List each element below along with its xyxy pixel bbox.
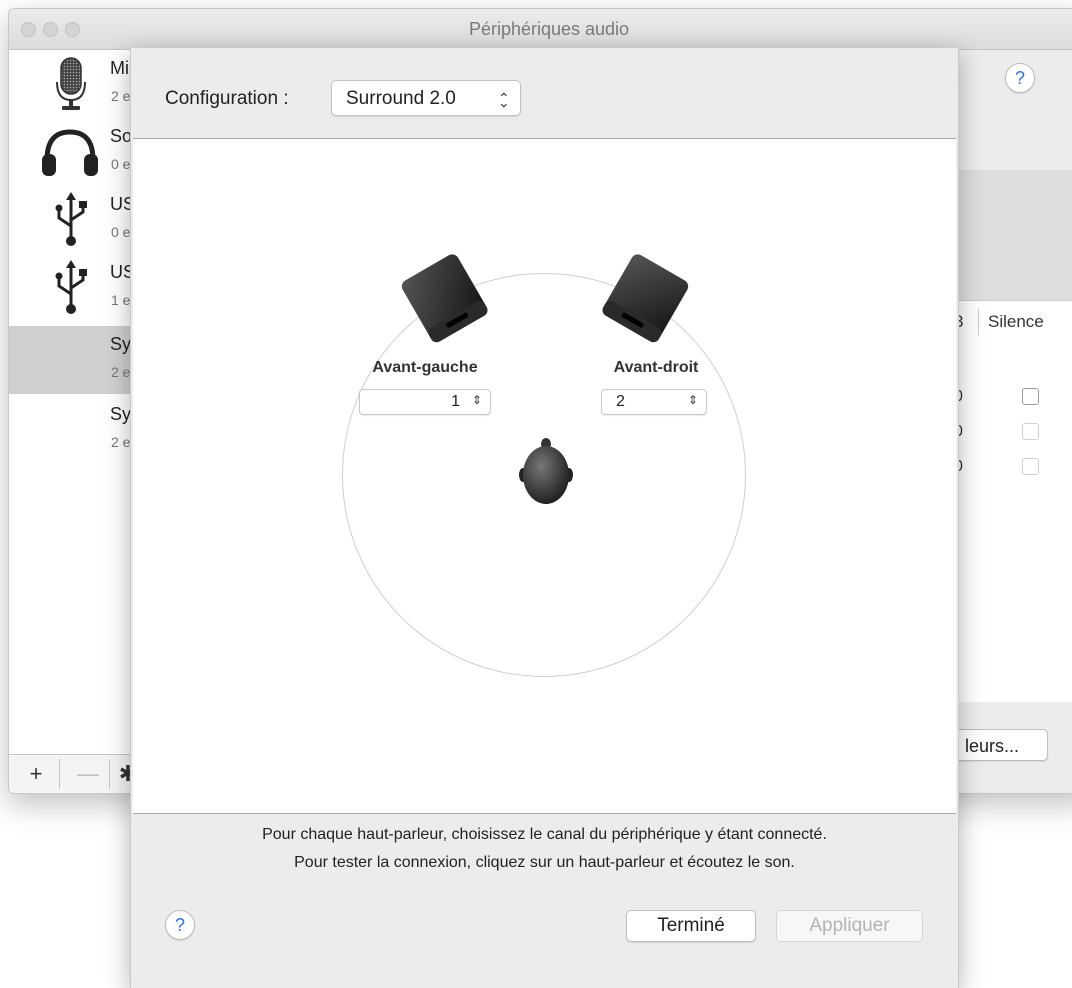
- device-channels: 2 e: [111, 88, 131, 104]
- listener-head-icon: [519, 438, 573, 504]
- configuration-label: Configuration :: [165, 88, 289, 109]
- done-button[interactable]: Terminé: [626, 910, 756, 942]
- device-channels: 0 e: [111, 224, 131, 240]
- device-name: Sy: [110, 404, 132, 424]
- titlebar: Périphériques audio: [9, 9, 1072, 50]
- instructions-line-2: Pour tester la connexion, cliquez sur un…: [294, 854, 795, 871]
- front-right-label: Avant-droit: [613, 359, 699, 376]
- table-row: 0: [940, 419, 1072, 449]
- front-left-channel-select[interactable]: 1 ⇕: [359, 389, 491, 415]
- front-left-speaker[interactable]: [395, 249, 495, 349]
- channel-table-header: 3 Silence: [940, 300, 1072, 344]
- configuration-select[interactable]: Surround 2.0 ⌃ ⌃: [331, 80, 521, 116]
- add-device-button[interactable]: +: [21, 761, 51, 787]
- front-right-speaker[interactable]: [595, 249, 695, 349]
- speaker-configuration-sheet: Configuration : Surround 2.0 ⌃ ⌃ Avant-g…: [130, 48, 959, 988]
- mute-checkbox[interactable]: [1022, 388, 1039, 405]
- toolbar-divider: [109, 759, 110, 789]
- table-row: 0: [940, 454, 1072, 484]
- channel-value: 2: [616, 393, 625, 410]
- device-channels: 0 e: [111, 156, 131, 172]
- help-button[interactable]: ?: [1005, 63, 1035, 93]
- help-button[interactable]: ?: [165, 910, 195, 940]
- device-details-panel: [940, 170, 1072, 302]
- device-name: So: [110, 126, 133, 146]
- device-name: Sy: [110, 334, 132, 354]
- column-divider: [978, 309, 979, 335]
- usb-icon: [55, 260, 87, 314]
- column-header-silence: Silence: [988, 312, 1044, 331]
- device-channels: 2 e: [111, 434, 131, 450]
- front-right-channel-select[interactable]: 2 ⇕: [601, 389, 707, 415]
- toolbar-divider: [59, 759, 60, 789]
- instructions-line-1: Pour chaque haut-parleur, choisissez le …: [262, 826, 827, 843]
- configuration-value: Surround 2.0: [346, 88, 456, 109]
- window-title: Périphériques audio: [468, 19, 630, 39]
- device-channels: 2 e: [111, 364, 131, 380]
- chevron-up-down-icon: ⇕: [687, 393, 698, 407]
- usb-icon: [55, 192, 87, 246]
- table-row: 0: [940, 384, 1072, 414]
- device-name: Mi: [110, 58, 129, 78]
- chevron-up-down-icon: ⇕: [471, 393, 482, 407]
- remove-device-button[interactable]: —: [73, 761, 103, 787]
- mute-checkbox[interactable]: [1022, 423, 1039, 440]
- speaker-layout-area: Avant-gauche 1 ⇕ Avant-droit 2 ⇕: [133, 138, 956, 814]
- chevron-up-down-icon: ⌃ ⌃: [498, 90, 510, 110]
- device-channels: 1 e: [111, 292, 131, 308]
- channel-value: 1: [451, 393, 460, 410]
- headphones-icon: [42, 129, 98, 176]
- front-left-label: Avant-gauche: [372, 359, 478, 376]
- mute-checkbox[interactable]: [1022, 458, 1039, 475]
- microphone-icon: [56, 57, 86, 110]
- apply-button[interactable]: Appliquer: [776, 910, 923, 942]
